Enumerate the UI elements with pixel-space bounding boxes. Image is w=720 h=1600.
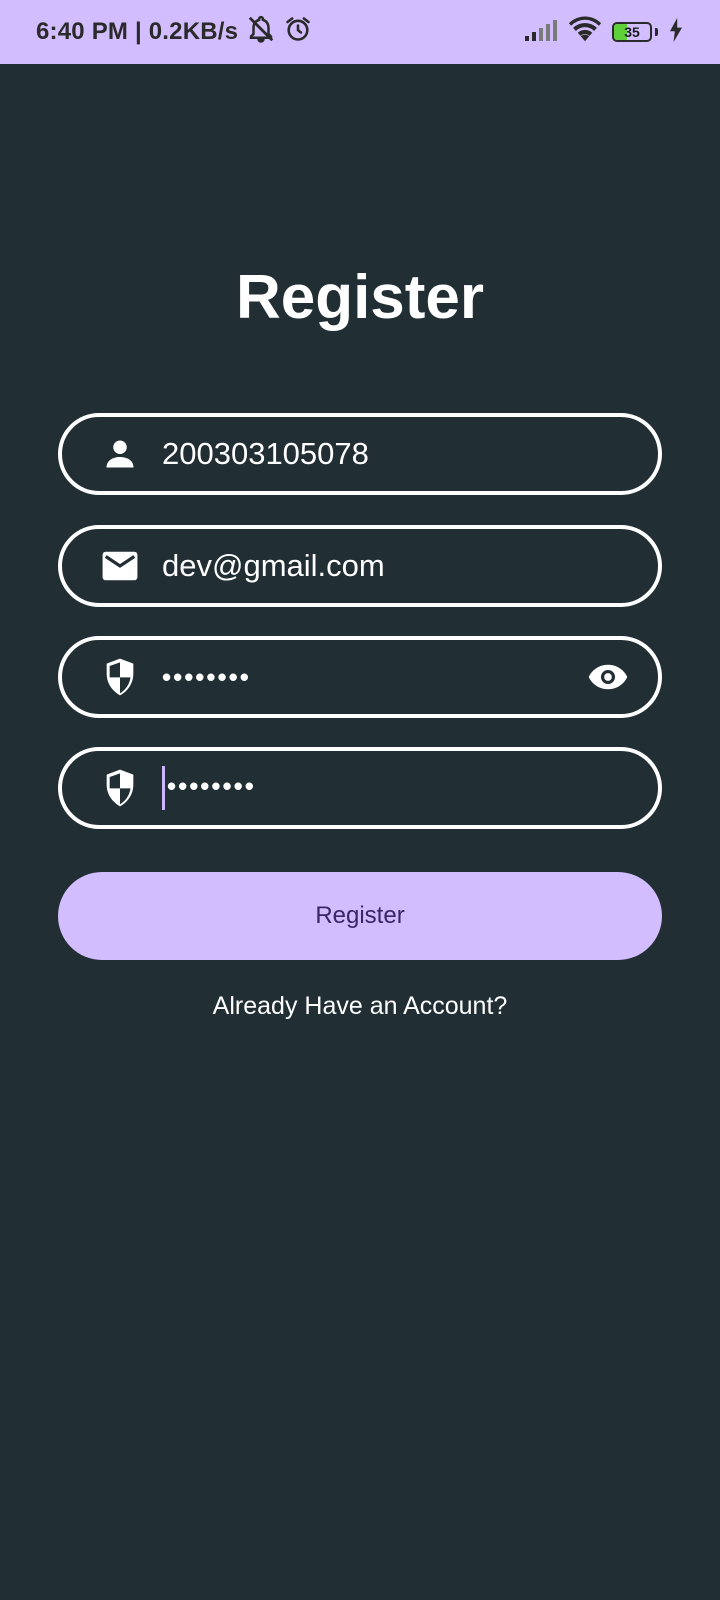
confirm-password-value-wrap[interactable]: •••••••• [162,766,630,810]
signal-icon [524,18,558,47]
battery-tip [655,28,658,36]
confirm-password-field[interactable]: •••••••• [58,747,662,829]
mail-icon [100,546,140,586]
shield-icon [100,657,140,697]
login-link[interactable]: Already Have an Account? [0,992,720,1021]
username-field[interactable]: 200303105078 [58,413,662,495]
charging-icon [668,17,684,47]
shield-icon [100,768,140,808]
status-time-speed: 6:40 PM | 0.2KB/s [36,18,239,45]
eye-icon[interactable] [586,655,630,699]
username-value[interactable]: 200303105078 [162,436,630,472]
status-left: 6:40 PM | 0.2KB/s [36,14,312,51]
text-cursor [162,766,165,810]
password-value[interactable]: •••••••• [162,662,586,693]
battery-body: 35 [612,22,652,42]
wifi-icon [568,15,602,49]
alarm-icon [284,15,312,50]
person-icon [100,434,140,474]
battery-level: 35 [624,24,640,40]
email-value[interactable]: dev@gmail.com [162,548,630,584]
muted-bell-icon [246,14,276,51]
page-title: Register [235,263,485,332]
register-button[interactable]: Register [58,872,662,960]
battery-icon: 35 [612,22,658,42]
password-field[interactable]: •••••••• [58,636,662,718]
email-field[interactable]: dev@gmail.com [58,525,662,607]
status-bar: 6:40 PM | 0.2KB/s 35 [0,0,720,64]
status-right: 35 [524,15,684,49]
confirm-password-value[interactable]: •••••••• [167,771,256,801]
